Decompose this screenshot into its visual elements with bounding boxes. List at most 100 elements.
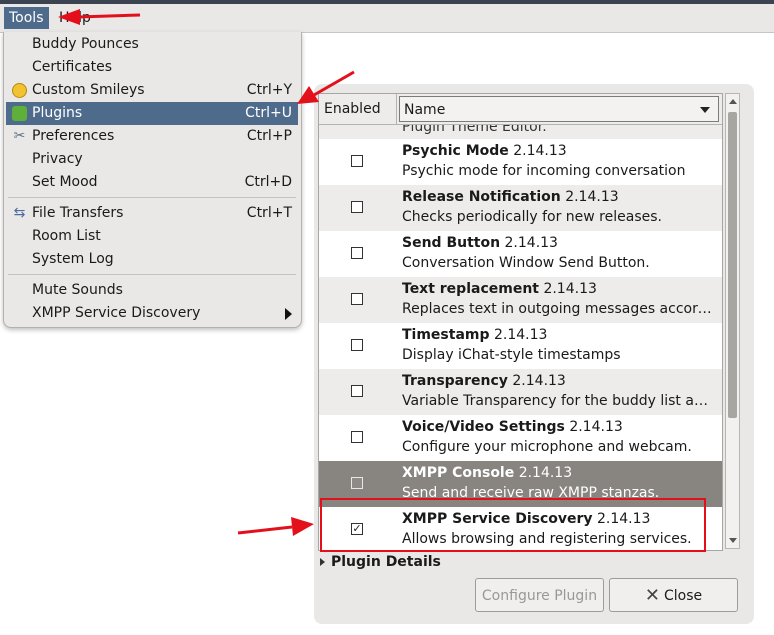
menu-item-xmpp-service-discovery[interactable]: XMPP Service Discovery bbox=[6, 302, 298, 325]
plugin-enable-checkbox[interactable] bbox=[351, 247, 363, 259]
plugin-enable-checkbox[interactable] bbox=[351, 339, 363, 351]
sort-down-icon bbox=[700, 107, 710, 113]
menu-item-buddy-pounces[interactable]: Buddy Pounces bbox=[6, 33, 298, 56]
plugin-row[interactable]: Voice/Video Settings 2.14.13 Configure y… bbox=[319, 415, 722, 461]
plugin-title: Timestamp 2.14.13 bbox=[402, 327, 547, 343]
annotation-highlight-box bbox=[320, 498, 706, 552]
plugin-list-scrollbar[interactable] bbox=[725, 93, 740, 549]
plugin-desc: Replaces text in outgoing messages accor… bbox=[402, 301, 716, 317]
submenu-arrow-icon bbox=[285, 308, 292, 320]
menu-item-label: XMPP Service Discovery bbox=[32, 305, 201, 321]
menu-item-label: Preferences bbox=[32, 128, 115, 144]
menu-item-label: Certificates bbox=[32, 59, 113, 75]
file-transfer-icon: ⇆ bbox=[13, 205, 26, 221]
menu-item-privacy[interactable]: Privacy bbox=[6, 148, 298, 171]
plugin-title: XMPP Console 2.14.13 bbox=[402, 465, 572, 481]
plugin-name: Voice/Video Settings bbox=[402, 419, 565, 435]
menu-separator bbox=[8, 274, 296, 275]
menubar-help[interactable]: Help bbox=[54, 7, 96, 29]
plugin-list-header: Enabled Name bbox=[319, 94, 722, 125]
close-button[interactable]: ✕ Close bbox=[609, 578, 738, 612]
plugin-enable-checkbox[interactable] bbox=[351, 155, 363, 167]
annotation-arrow-xmpp-discovery bbox=[237, 517, 314, 536]
plugin-name: Psychic Mode bbox=[402, 143, 509, 159]
scroll-down-icon[interactable] bbox=[729, 538, 737, 543]
preferences-icon: ✂ bbox=[13, 128, 26, 144]
menu-item-file-transfers[interactable]: ⇆ File Transfers Ctrl+T bbox=[6, 202, 298, 225]
plugin-row[interactable]: Timestamp 2.14.13 Display iChat-style ti… bbox=[319, 323, 722, 369]
plugin-name: Timestamp bbox=[402, 327, 490, 343]
plugin-version: 2.14.13 bbox=[493, 327, 548, 343]
plugin-version: 2.14.13 bbox=[513, 143, 567, 159]
menu-item-label: Room List bbox=[32, 228, 101, 244]
plugin-version: 2.14.13 bbox=[569, 419, 623, 435]
menu-item-system-log[interactable]: System Log bbox=[6, 248, 298, 271]
plugin-desc: Display iChat-style timestamps bbox=[402, 347, 621, 363]
menu-item-room-list[interactable]: Room List bbox=[6, 225, 298, 248]
close-button-label: Close bbox=[663, 588, 703, 604]
plugin-version: 2.14.13 bbox=[543, 281, 597, 297]
menu-item-label: Mute Sounds bbox=[32, 282, 123, 298]
plugin-row-partial[interactable]: Plugin Theme Editor. bbox=[319, 125, 722, 139]
plugin-row[interactable]: Send Button 2.14.13 Conversation Window … bbox=[319, 231, 722, 277]
plugin-row[interactable]: Text replacement 2.14.13 Replaces text i… bbox=[319, 277, 722, 323]
plugin-row[interactable]: Release Notification 2.14.13 Checks peri… bbox=[319, 185, 722, 231]
scrollbar-thumb[interactable] bbox=[728, 112, 737, 418]
tools-menu: Buddy Pounces Certificates Custom Smiley… bbox=[3, 32, 302, 328]
plugin-name: Release Notification bbox=[402, 189, 561, 205]
plugin-name: Text replacement bbox=[402, 281, 539, 297]
plugin-title: Voice/Video Settings 2.14.13 bbox=[402, 419, 623, 435]
plugin-row[interactable]: Transparency 2.14.13 Variable Transparen… bbox=[319, 369, 722, 415]
plugin-enable-checkbox[interactable] bbox=[351, 431, 363, 443]
menu-item-label: File Transfers bbox=[32, 205, 124, 221]
plugin-details-expander[interactable]: Plugin Details bbox=[320, 554, 441, 570]
plugin-enable-checkbox[interactable] bbox=[351, 477, 363, 489]
plugin-name: Send Button bbox=[402, 235, 501, 251]
puzzle-icon bbox=[12, 106, 27, 121]
plugin-version: 2.14.13 bbox=[565, 189, 619, 205]
plugin-title: Send Button 2.14.13 bbox=[402, 235, 558, 251]
menu-item-accelerator: Ctrl+P bbox=[246, 128, 292, 144]
plugin-enable-checkbox[interactable] bbox=[351, 201, 363, 213]
menu-item-custom-smileys[interactable]: Custom Smileys Ctrl+Y bbox=[6, 79, 298, 102]
configure-plugin-button[interactable]: Configure Plugin bbox=[475, 578, 604, 612]
menu-item-label: Set Mood bbox=[32, 174, 98, 190]
close-icon: ✕ bbox=[644, 585, 660, 606]
column-header-name-label: Name bbox=[404, 102, 446, 118]
menu-item-preferences[interactable]: ✂ Preferences Ctrl+P bbox=[6, 125, 298, 148]
plugin-title: Transparency 2.14.13 bbox=[402, 373, 566, 389]
menu-item-certificates[interactable]: Certificates bbox=[6, 56, 298, 79]
menu-item-label: Custom Smileys bbox=[32, 82, 145, 98]
column-header-name[interactable]: Name bbox=[399, 96, 719, 122]
plugin-list: Enabled Name Plugin Theme Editor. Psychi… bbox=[318, 93, 723, 551]
expander-arrow-icon bbox=[320, 558, 325, 566]
plugin-desc: Conversation Window Send Button. bbox=[402, 255, 650, 271]
plugin-desc: Variable Transparency for the buddy list… bbox=[402, 393, 716, 409]
plugin-desc: Configure your microphone and webcam. bbox=[402, 439, 692, 455]
plugin-name: Transparency bbox=[402, 373, 508, 389]
menu-item-label: Buddy Pounces bbox=[32, 36, 139, 52]
smiley-icon bbox=[12, 83, 27, 98]
menu-item-plugins[interactable]: Plugins Ctrl+U bbox=[6, 102, 298, 125]
plugin-title: Release Notification 2.14.13 bbox=[402, 189, 619, 205]
plugin-desc: Checks periodically for new releases. bbox=[402, 209, 662, 225]
menubar: Tools Help bbox=[0, 4, 774, 33]
plugin-enable-checkbox[interactable] bbox=[351, 293, 363, 305]
plugin-enable-checkbox[interactable] bbox=[351, 385, 363, 397]
menu-item-mute-sounds[interactable]: Mute Sounds bbox=[6, 279, 298, 302]
menu-item-accelerator: Ctrl+D bbox=[244, 174, 292, 190]
menubar-tools[interactable]: Tools bbox=[4, 7, 49, 29]
plugin-rows: Plugin Theme Editor. Psychic Mode 2.14.1… bbox=[319, 125, 722, 550]
plugin-desc: Psychic mode for incoming conversation bbox=[402, 163, 686, 179]
menu-item-set-mood[interactable]: Set Mood Ctrl+D bbox=[6, 171, 298, 194]
plugin-version: 2.14.13 bbox=[518, 465, 573, 481]
menu-item-label: Privacy bbox=[32, 151, 83, 167]
plugin-row[interactable]: Psychic Mode 2.14.13 Psychic mode for in… bbox=[319, 139, 722, 185]
menu-item-accelerator: Ctrl+Y bbox=[246, 82, 292, 98]
scroll-up-icon[interactable] bbox=[729, 99, 737, 104]
plugin-title: Text replacement 2.14.13 bbox=[402, 281, 597, 297]
column-header-enabled[interactable]: Enabled bbox=[319, 94, 397, 124]
plugin-version: 2.14.13 bbox=[512, 373, 566, 389]
menu-item-accelerator: Ctrl+T bbox=[246, 205, 292, 221]
plugin-name: XMPP Console bbox=[402, 465, 515, 481]
